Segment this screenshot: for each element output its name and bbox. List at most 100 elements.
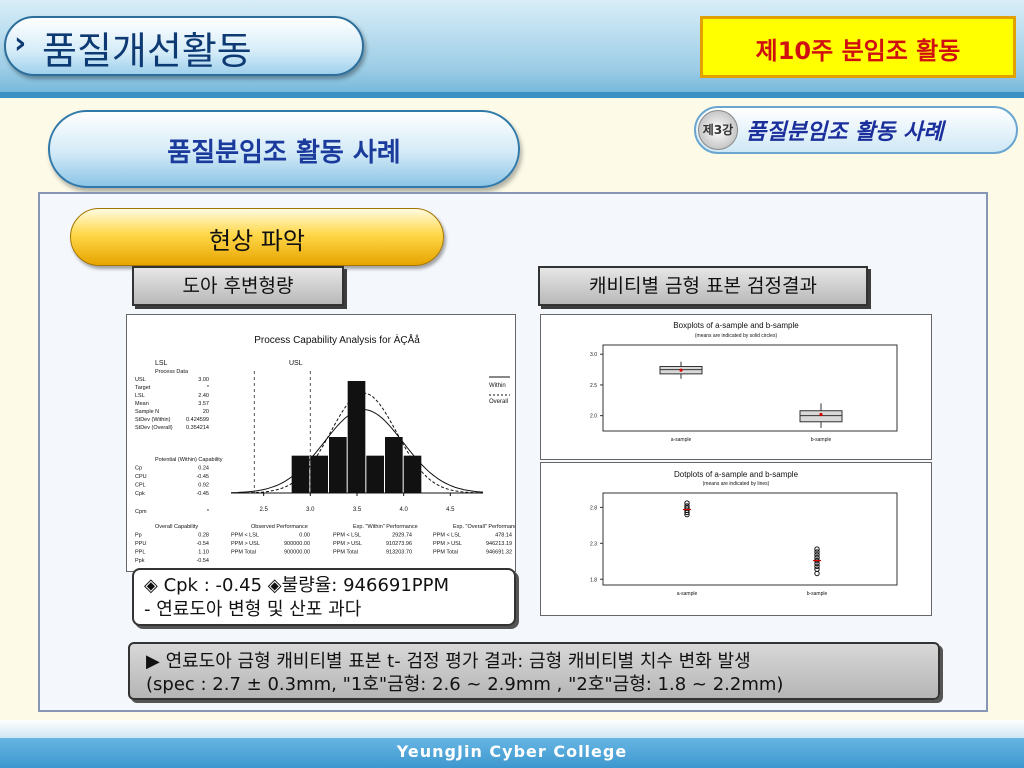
table-value: 913203.70	[386, 550, 412, 556]
footer-text: YeungJin Cyber College	[396, 742, 628, 761]
table-key: PPM > USL	[333, 541, 362, 547]
y-tick-label: 2.5	[590, 383, 597, 389]
table-value: 946213.19	[486, 541, 512, 547]
table-key: PPM < LSL	[433, 533, 461, 539]
y-tick-label: 2.0	[590, 414, 597, 420]
dotplot-panel: Dotplots of a-sample and b-sample (means…	[540, 462, 932, 616]
table-key: PPM Total	[333, 550, 358, 556]
boxplot-chart: Boxplots of a-sample and b-sample (means…	[590, 321, 898, 443]
boxplot-panel: Boxplots of a-sample and b-sample (means…	[540, 314, 932, 460]
table-value: -0.45	[196, 491, 209, 497]
table-key: Ppk	[135, 558, 145, 564]
table-key: PPL	[135, 550, 145, 556]
table-value: 1.10	[198, 550, 209, 556]
table-key: PPM Total	[433, 550, 458, 556]
table-key: Sample N	[135, 409, 159, 415]
table-key: PPU	[135, 541, 146, 547]
x-tick-label: 4.5	[446, 507, 455, 513]
box-mean-dot	[679, 368, 683, 372]
table-value: *	[207, 509, 210, 515]
overall-perf-header: Exp. "Overall" Performance	[453, 524, 515, 530]
within-perf-header: Exp. "Within" Performance	[353, 524, 418, 530]
lesson-title: 품질분임조 활동 사례	[746, 120, 944, 145]
lsl-label: LSL	[155, 360, 168, 367]
capability-chart: Process Capability Analysis for ÀÇÅå LSL…	[135, 333, 520, 564]
table-value: 0.354214	[186, 425, 209, 431]
y-tick-label: 1.8	[590, 577, 597, 583]
week-label-box: 제10주 분임조 활동	[700, 16, 1016, 78]
table-key: Mean	[135, 401, 149, 407]
table-key: PPM > USL	[231, 541, 260, 547]
table-value: 20	[203, 409, 209, 415]
capability-title: Process Capability Analysis for ÀÇÅå	[254, 333, 420, 346]
dotplot-subtitle: (means are indicated by lines)	[703, 481, 770, 487]
lesson-badge: 제3강	[698, 110, 738, 150]
dotplot-title: Dotplots of a-sample and b-sample	[674, 470, 799, 479]
table-value: 910273.96	[386, 541, 412, 547]
table-key: LSL	[135, 393, 145, 399]
result-line1: ▶ 연료도아 금형 캐비티별 표본 t- 검정 평가 결과: 금형 캐비티별 치…	[146, 651, 751, 672]
chevron-right-icon: ›	[14, 26, 27, 61]
table-key: StDev (Overall)	[135, 425, 173, 431]
table-value: 2929.74	[392, 533, 412, 539]
boxplot-title: Boxplots of a-sample and b-sample	[673, 321, 799, 330]
section-title: 품질분임조 활동 사례	[167, 138, 401, 168]
table-key: PPM > USL	[433, 541, 462, 547]
box-body	[799, 410, 843, 423]
header-divider	[0, 92, 1024, 98]
category-label: b-sample	[811, 437, 832, 443]
cavity-label-box: 캐비티별 금형 표본 검정결과	[538, 266, 868, 306]
table-value: *	[207, 385, 210, 391]
x-tick-label: 4.0	[399, 507, 408, 513]
result-line2: (spec : 2.7 ± 0.3mm, "1호"금형: 2.6 ~ 2.9mm…	[146, 674, 784, 695]
usl-label: USL	[289, 360, 303, 367]
table-key: PPM < LSL	[333, 533, 361, 539]
legend-within: Within	[489, 383, 506, 389]
table-key: Cp	[135, 466, 142, 472]
table-value: -0.54	[196, 558, 209, 564]
category-label: a-sample	[677, 591, 698, 597]
table-key: Pp	[135, 533, 142, 539]
capability-panel: Process Capability Analysis for ÀÇÅå LSL…	[126, 314, 520, 572]
table-value: 0.00	[299, 533, 310, 539]
y-tick-label: 2.3	[590, 541, 597, 547]
histogram-bar	[366, 455, 384, 493]
table-key: Cpk	[135, 491, 145, 497]
table-value: 478.14	[495, 533, 512, 539]
table-key: Target	[135, 385, 151, 391]
table-value: 3.00	[198, 377, 209, 383]
lesson-pill: 제3강 품질분임조 활동 사례	[694, 106, 1018, 154]
x-tick-label: 2.5	[259, 507, 268, 513]
table-value: 3.57	[198, 401, 209, 407]
dotplot-frame	[602, 492, 898, 586]
histogram-bar	[385, 437, 403, 493]
table-value: 0.24	[198, 466, 209, 472]
histogram-bar	[310, 455, 328, 493]
cpk-note-line1: ◈ Cpk : -0.45 ◈불량율: 946691PPM	[144, 575, 450, 596]
table-value: 0.92	[198, 483, 209, 489]
week-label: 제10주 분임조 활동	[755, 37, 961, 65]
box-mean-dot	[819, 412, 823, 417]
footer-band-light	[0, 720, 1024, 738]
dotplot-chart: Dotplots of a-sample and b-sample (means…	[590, 470, 898, 597]
table-key: Cpm	[135, 509, 147, 515]
cpk-note-line2: - 연료도아 변형 및 산포 과다	[144, 599, 362, 620]
histogram-plot: 2.5 3.0 3.5 4.0 4.5	[230, 371, 484, 513]
table-value: -0.45	[196, 474, 209, 480]
phase-title: 현상 파악	[209, 227, 305, 255]
table-value: 0.28	[198, 533, 209, 539]
section-title-pill: 품질분임조 활동 사례	[48, 110, 520, 188]
category-label: b-sample	[807, 591, 828, 597]
histogram-bar	[347, 381, 366, 493]
table-value: 2.40	[198, 393, 209, 399]
observed-header: Observed Performance	[251, 524, 308, 530]
footer-band: YeungJin Cyber College	[0, 738, 1024, 768]
y-tick-label: 3.0	[590, 352, 597, 358]
table-value: 900000.00	[284, 541, 310, 547]
table-value: 0.424599	[186, 417, 209, 423]
category-label: a-sample	[671, 437, 692, 443]
door-label-box: 도아 후변형량	[132, 266, 344, 306]
histogram-bar	[329, 437, 347, 493]
cpk-note: ◈ Cpk : -0.45 ◈불량율: 946691PPM - 연료도아 변형 …	[132, 568, 516, 626]
boxplot-subtitle: (means are indicated by solid circles)	[695, 333, 778, 339]
